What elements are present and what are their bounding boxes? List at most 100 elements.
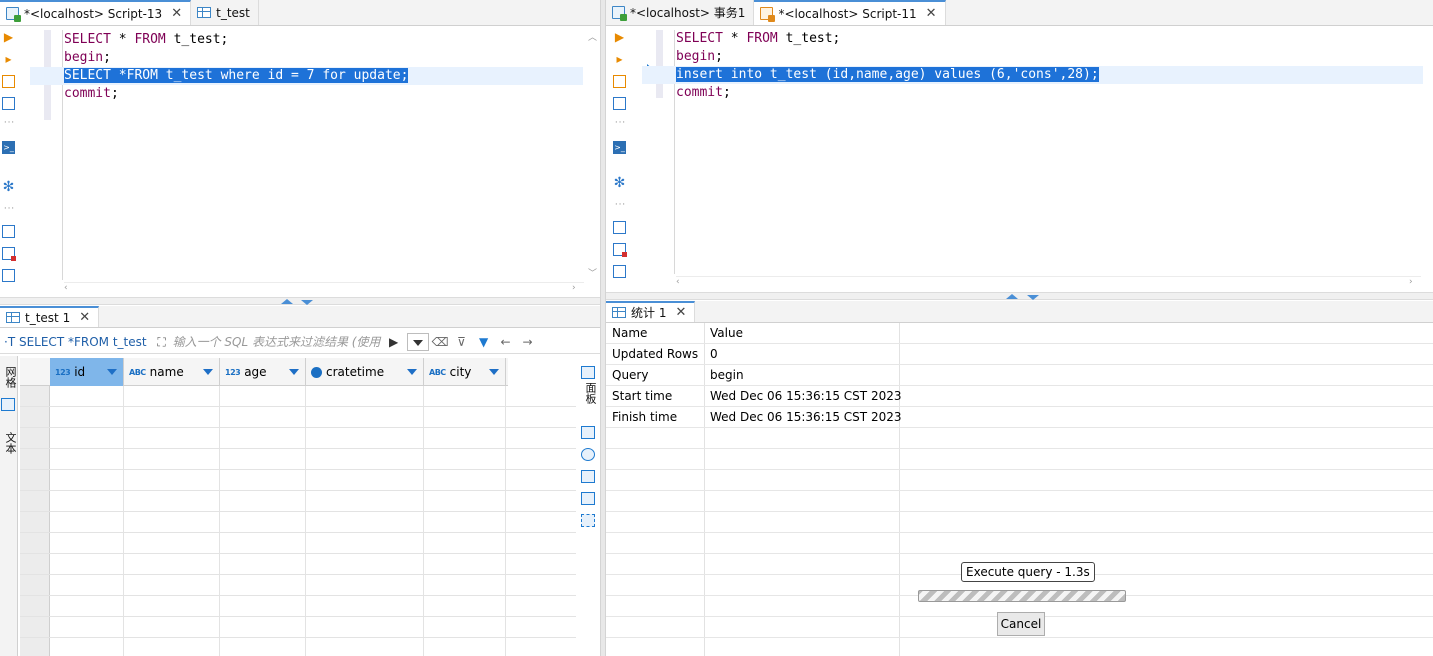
tab-left-1[interactable]: t_test <box>191 0 259 25</box>
column-type-icon: ABC <box>429 367 446 377</box>
maximize-editor-icon[interactable] <box>1006 294 1018 299</box>
panels-icon[interactable] <box>581 366 595 379</box>
execute-script-icon[interactable]: ▸ <box>613 53 626 66</box>
column-header-age[interactable]: 123 age <box>220 358 306 386</box>
filter-history-dropdown[interactable] <box>406 332 429 351</box>
expand-icon[interactable]: ⛶ <box>154 334 170 350</box>
scroll-left-icon[interactable]: ‹ <box>64 283 68 293</box>
sql-text: t_test <box>157 68 221 83</box>
tab-right-0[interactable]: *<localhost> 事务1 <box>606 0 755 25</box>
maximize-results-icon[interactable] <box>301 300 313 305</box>
eraser-icon[interactable]: ⌫ <box>432 334 449 350</box>
stat-value: Wed Dec 06 15:36:15 CST 2023 <box>710 389 902 403</box>
statement-text: commit; <box>64 86 119 101</box>
sql-code[interactable]: SELECT * FROM t_test; begin; SELECT *FROM … <box>30 31 583 103</box>
horizontal-scrollbar[interactable]: ‹ › <box>676 276 1421 288</box>
cancel-button[interactable]: Cancel <box>997 612 1045 636</box>
export-icon[interactable] <box>2 225 15 238</box>
execute-statement-icon[interactable]: ▶ <box>2 31 15 44</box>
results-side-toolbar: 面板 <box>578 360 598 530</box>
selected-statement: SELECT *FROM t_test where id = 7 for upd… <box>64 68 409 83</box>
code-line[interactable]: SELECT *FROM t_test where id = 7 for upd… <box>30 67 583 85</box>
sort-dropdown-icon[interactable] <box>489 369 499 375</box>
settings-gear-icon[interactable]: ✻ <box>613 176 626 190</box>
value-viewer-icon[interactable] <box>581 448 595 461</box>
sort-dropdown-icon[interactable] <box>107 369 117 375</box>
execute-script-icon[interactable]: ▸ <box>2 53 15 66</box>
horizontal-scrollbar[interactable]: ‹ › <box>64 282 584 294</box>
code-line[interactable]: begin; <box>642 48 1423 66</box>
filter-settings-icon[interactable]: ⊽ <box>454 334 470 350</box>
sql-text: t_test; <box>165 32 229 47</box>
tab-left-0[interactable]: *<localhost> Script-13 ✕ <box>0 0 192 25</box>
filter-icon[interactable]: ▼ <box>476 334 492 350</box>
scroll-left-icon[interactable]: ‹ <box>676 277 680 287</box>
query-text-label[interactable]: ·T SELECT *FROM t_test <box>0 335 151 349</box>
left-sql-editor[interactable]: SELECT * FROM t_test; begin; SELECT *FROM … <box>30 30 598 294</box>
record-icon[interactable] <box>581 492 595 505</box>
calc-icon[interactable] <box>581 470 595 483</box>
explain-plan-icon[interactable] <box>613 97 626 110</box>
sort-dropdown-icon[interactable] <box>203 369 213 375</box>
grid-column-line <box>423 386 424 656</box>
scroll-right-icon[interactable]: › <box>572 283 576 293</box>
scroll-up-icon[interactable]: ︿ <box>588 30 597 43</box>
code-line[interactable]: commit; <box>642 84 1423 102</box>
close-icon[interactable]: ✕ <box>675 305 686 320</box>
terminal-icon[interactable]: >_ <box>2 141 15 154</box>
format-icon[interactable] <box>2 269 15 282</box>
column-header-name[interactable]: ABC name <box>124 358 220 386</box>
sort-dropdown-icon[interactable] <box>407 369 417 375</box>
filter-input[interactable]: 输入一个 SQL 表达式来过滤结果 (使用 <box>173 333 383 350</box>
close-icon[interactable]: ✕ <box>79 310 90 325</box>
code-line[interactable]: insert into t_test (id,name,age) values … <box>642 66 1423 84</box>
layout-icon[interactable] <box>581 514 595 527</box>
explain-plan-icon[interactable] <box>2 97 15 110</box>
scroll-right-icon[interactable]: › <box>1409 277 1413 287</box>
settings-gear-icon[interactable]: ✻ <box>2 180 15 194</box>
export-icon[interactable] <box>613 221 626 234</box>
column-header-cratetime[interactable]: cratetime <box>306 358 424 386</box>
right-sql-editor[interactable]: SELECT * FROM t_test; begin; insert into t… <box>642 30 1433 288</box>
tab-right-1[interactable]: *<localhost> Script-11 ✕ <box>754 0 946 25</box>
column-header-city[interactable]: ABC city <box>424 358 506 386</box>
column-header-id[interactable]: 123 id <box>50 358 124 386</box>
results-tab[interactable]: t_test 1 ✕ <box>0 306 100 327</box>
maximize-editor-icon[interactable] <box>281 299 293 304</box>
execute-in-new-tab-icon[interactable] <box>613 75 626 88</box>
editor-results-sash[interactable] <box>0 297 600 305</box>
sort-dropdown-icon[interactable] <box>289 369 299 375</box>
text-view-tab[interactable]: 文本 <box>2 432 18 454</box>
scroll-down-icon[interactable]: ﹀ <box>588 266 597 279</box>
terminal-icon[interactable]: >_ <box>613 141 626 154</box>
format-icon[interactable] <box>613 265 626 278</box>
import-icon[interactable] <box>2 247 16 261</box>
execute-in-new-tab-icon[interactable] <box>2 75 15 88</box>
close-icon[interactable]: ✕ <box>926 6 937 21</box>
sql-code[interactable]: SELECT * FROM t_test; begin; insert into t… <box>642 30 1423 102</box>
code-line[interactable]: SELECT * FROM t_test; <box>642 30 1423 48</box>
forward-icon[interactable]: → <box>520 334 536 350</box>
execute-statement-icon[interactable]: ▶ <box>613 31 626 44</box>
code-line[interactable]: SELECT * FROM t_test; <box>30 31 583 49</box>
code-line[interactable]: commit; <box>30 85 583 103</box>
stats-tab[interactable]: 统计 1 ✕ <box>606 301 696 322</box>
more-icon: · · · <box>614 118 625 128</box>
import-icon[interactable] <box>613 243 627 257</box>
sql-keyword: FROM <box>746 31 778 46</box>
table-row <box>20 470 576 491</box>
more-icon: · · · <box>3 118 14 128</box>
grid-view-tab[interactable]: 网格 <box>2 366 18 388</box>
grid-icon <box>1 398 15 411</box>
filter-play-icon[interactable]: ▶ <box>386 334 402 350</box>
maximize-results-icon[interactable] <box>1027 295 1039 300</box>
close-icon[interactable]: ✕ <box>171 6 182 21</box>
vertical-scrollbar[interactable]: ︿ ﹀ <box>586 30 598 282</box>
back-icon[interactable]: ← <box>498 334 514 350</box>
grid-settings-icon[interactable] <box>581 426 595 439</box>
code-line[interactable]: begin; <box>30 49 583 67</box>
panels-tab[interactable]: 面板 <box>582 382 598 404</box>
editor-results-sash[interactable] <box>606 292 1433 300</box>
results-grid[interactable]: 123 id ABC name 123 age cratetime ABC city <box>20 358 576 656</box>
vertical-scrollbar[interactable] <box>1423 30 1433 276</box>
